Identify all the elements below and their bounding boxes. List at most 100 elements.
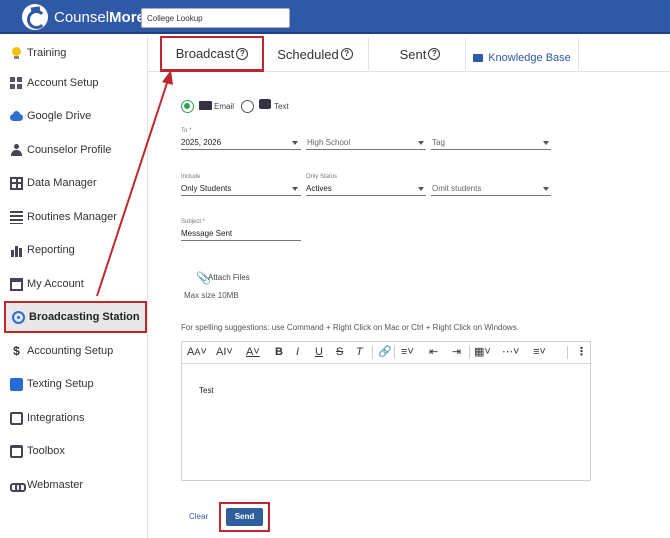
- sidebar-item-integrations[interactable]: Integrations: [0, 405, 148, 431]
- help-icon[interactable]: ?: [428, 48, 441, 60]
- sidebar-item-account-setup[interactable]: Account Setup: [0, 70, 148, 96]
- sidebar-item-accounting-setup[interactable]: $ Accounting Setup: [0, 338, 148, 364]
- google-drive-icon: [10, 110, 23, 123]
- font-style-glyph: AI: [216, 346, 227, 358]
- chevron-down-icon: [418, 187, 424, 191]
- attach-files-button[interactable]: Attach Files: [208, 273, 250, 282]
- omit-students-select[interactable]: [431, 195, 551, 196]
- toolbar-separator: [372, 346, 373, 359]
- sidebar-item-label: My Account: [27, 278, 84, 290]
- include-select[interactable]: [181, 195, 301, 196]
- envelope-icon: [199, 101, 212, 110]
- tab-label: Sent: [399, 46, 427, 62]
- to-field-value: 2025, 2026: [181, 138, 222, 147]
- toolbox-icon: [10, 444, 23, 458]
- clear-format-button[interactable]: T: [356, 346, 363, 359]
- tab-divider: [368, 38, 369, 70]
- to-field-select[interactable]: [181, 149, 301, 150]
- sidebar-item-toolbox[interactable]: Toolbox: [0, 438, 148, 464]
- building-icon: [10, 76, 23, 90]
- chevron-down-icon: [292, 141, 298, 145]
- font-color-button[interactable]: A˅: [246, 346, 260, 359]
- email-mode-label: Email: [214, 102, 235, 111]
- bar-chart-icon: [10, 243, 23, 257]
- editor-body-text[interactable]: Test: [199, 386, 214, 395]
- sidebar-item-data-manager[interactable]: Data Manager: [0, 170, 148, 196]
- sidebar-item-label: Texting Setup: [27, 378, 94, 390]
- strikethrough-button[interactable]: S: [336, 346, 343, 359]
- message-editor: AA˅ AI˅ A˅ B I U S T 🔗 ≡˅ ⇤ ⇥ ▦˅ ⋯˅ ≡˅ ⋮…: [181, 341, 591, 481]
- sidebar-item-webmaster[interactable]: Webmaster: [0, 472, 148, 498]
- tab-sent[interactable]: Sent?: [376, 36, 464, 72]
- underline-button[interactable]: U: [315, 346, 323, 359]
- italic-button[interactable]: I: [296, 346, 299, 359]
- sidebar-item-texting-setup[interactable]: Texting Setup: [0, 371, 148, 397]
- help-icon[interactable]: ?: [236, 47, 249, 60]
- help-icon[interactable]: ?: [340, 48, 353, 60]
- tag-select[interactable]: [431, 149, 551, 150]
- knowledge-base-label: Knowledge Base: [488, 52, 571, 64]
- link-icon[interactable]: 🔗: [378, 346, 392, 359]
- sidebar-item-label: Counselor Profile: [27, 144, 112, 156]
- sidebar: Training Account Setup Google Drive Coun…: [0, 36, 148, 538]
- sidebar-item-label: Reporting: [27, 244, 75, 256]
- indent-icon[interactable]: ⇥: [452, 346, 461, 359]
- sidebar-item-label: Account Setup: [27, 77, 99, 89]
- link-icon: [10, 479, 26, 492]
- tab-label: Scheduled: [277, 46, 339, 62]
- sidebar-item-my-account[interactable]: My Account: [0, 271, 148, 297]
- sidebar-item-training[interactable]: Training: [0, 40, 148, 66]
- sidebar-item-label: Webmaster: [27, 479, 84, 491]
- only-status-select[interactable]: [306, 195, 426, 196]
- numbered-list-icon[interactable]: ≡˅: [533, 346, 546, 359]
- more-options-icon[interactable]: ⋮: [576, 346, 587, 359]
- sidebar-item-routines-manager[interactable]: Routines Manager: [0, 204, 148, 230]
- tab-scheduled[interactable]: Scheduled?: [270, 36, 360, 72]
- sidebar-item-broadcasting-station[interactable]: Broadcasting Station: [4, 301, 147, 333]
- chevron-down-icon: [418, 141, 424, 145]
- brand-name: CounselMore: [54, 9, 145, 26]
- sidebar-item-counselor-profile[interactable]: Counselor Profile: [0, 137, 148, 163]
- list-icon: [10, 210, 23, 224]
- tab-broadcast[interactable]: Broadcast?: [160, 36, 264, 72]
- sidebar-item-label: Data Manager: [27, 177, 97, 189]
- college-lookup-input[interactable]: [141, 8, 290, 28]
- knowledge-base-link[interactable]: Knowledge Base: [466, 40, 578, 76]
- high-school-select[interactable]: [306, 149, 426, 150]
- toolbar-separator: [469, 346, 470, 359]
- clear-button[interactable]: Clear: [189, 512, 208, 521]
- book-icon: [473, 54, 484, 62]
- align-left-icon[interactable]: ≡˅: [401, 346, 414, 359]
- subject-input[interactable]: [181, 240, 301, 241]
- omit-students-placeholder: Omit students: [432, 184, 482, 193]
- sidebar-item-reporting[interactable]: Reporting: [0, 237, 148, 263]
- bullet-list-icon[interactable]: ⋯˅: [502, 346, 519, 359]
- bold-button[interactable]: B: [275, 346, 283, 359]
- text-mode-radio[interactable]: [241, 100, 254, 113]
- broadcast-tabs: Broadcast? Scheduled? Sent? Knowledge Ba…: [148, 36, 670, 72]
- message-icon: [259, 99, 271, 109]
- sidebar-item-label: Training: [27, 47, 67, 59]
- send-button[interactable]: Send: [226, 508, 263, 526]
- font-size-button[interactable]: AA˅: [187, 346, 207, 359]
- include-value: Only Students: [181, 184, 232, 193]
- table-icon[interactable]: ▦˅: [474, 346, 491, 359]
- sidebar-item-google-drive[interactable]: Google Drive: [0, 103, 148, 129]
- arrow-head: [162, 70, 173, 85]
- outdent-icon[interactable]: ⇤: [429, 346, 438, 359]
- send-button-highlight: Send: [219, 502, 270, 532]
- sidebar-item-label: Routines Manager: [27, 211, 117, 223]
- subject-value: Message Sent: [181, 229, 233, 238]
- subject-label: Subject *: [181, 219, 206, 225]
- broadcast-icon: [12, 310, 25, 324]
- to-field-label: To *: [181, 128, 192, 134]
- top-bar: CounselMore: [0, 0, 670, 34]
- max-size-note: Max size 10MB: [184, 291, 239, 300]
- counselmore-logo-icon[interactable]: [22, 4, 48, 30]
- only-status-value: Actives: [306, 184, 332, 193]
- font-style-button[interactable]: AI˅: [216, 346, 233, 359]
- person-icon: [10, 143, 23, 157]
- text-mode-label: Text: [274, 102, 289, 111]
- email-mode-radio[interactable]: [181, 100, 194, 113]
- chevron-down-icon: [543, 141, 549, 145]
